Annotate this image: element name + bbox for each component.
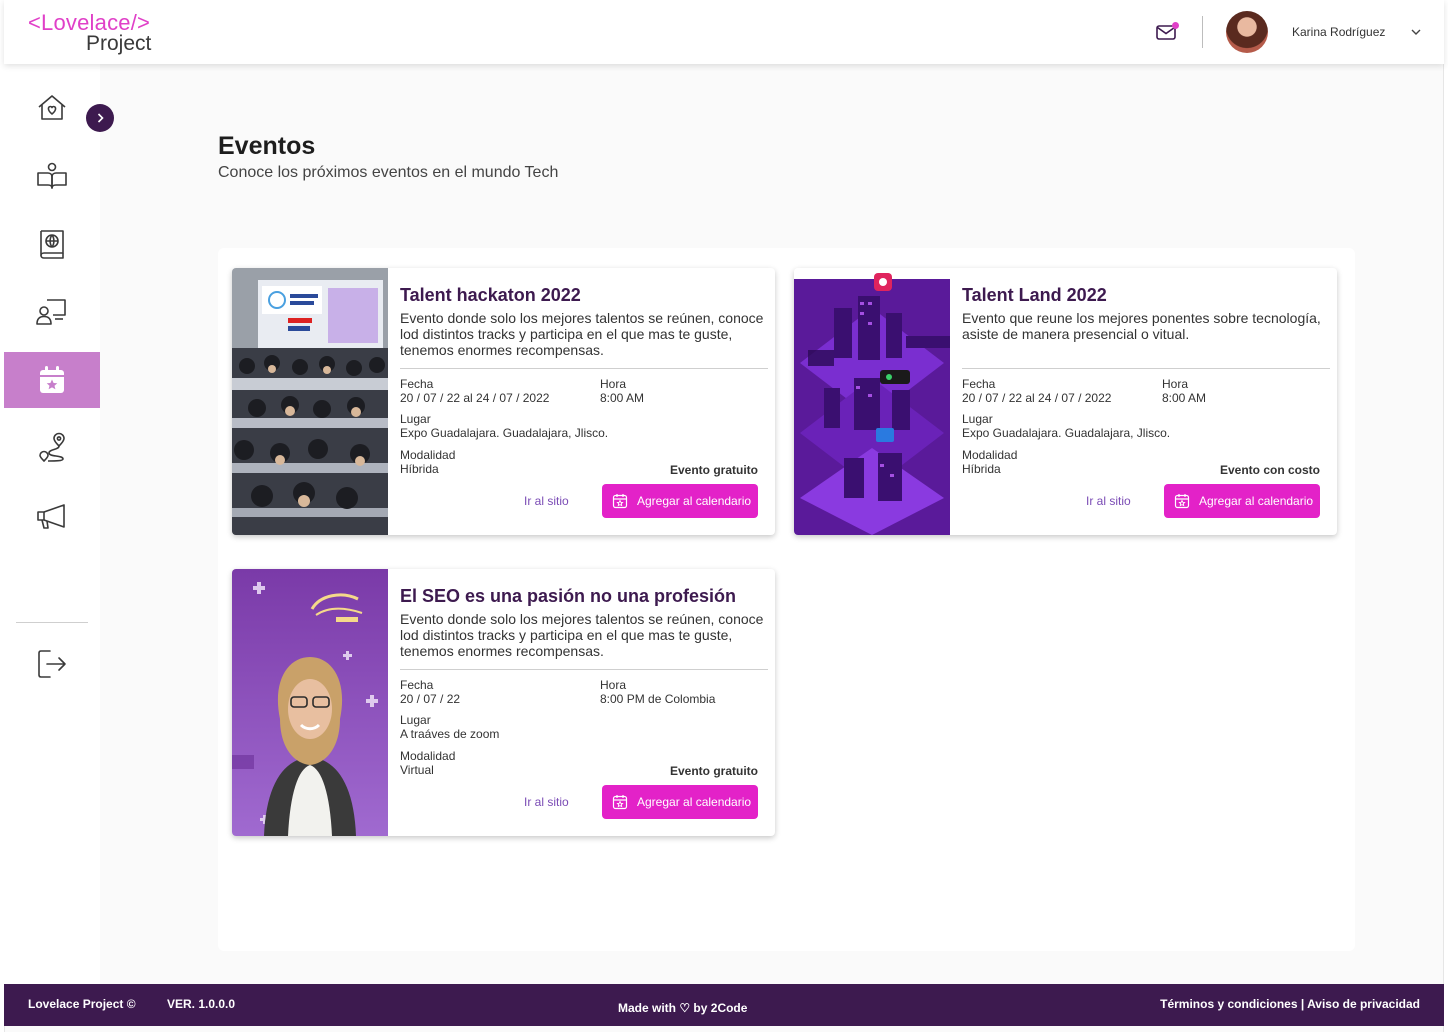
home-heart-icon: [38, 95, 66, 120]
mode-label: Modalidad: [962, 448, 1018, 462]
mentor-board-icon: [36, 299, 66, 325]
logo-text-lovelace: <Lovelace/>: [28, 10, 151, 35]
event-card: El SEO es una pasión no una profesión Ev…: [232, 569, 775, 836]
event-time: 8:00 PM de Colombia: [600, 692, 716, 706]
event-title: El SEO es una pasión no una profesión: [400, 586, 737, 606]
date-label: Fecha: [400, 678, 434, 692]
top-bar: <Lovelace/> Project Karina Rodríguez: [4, 0, 1444, 64]
site-link[interactable]: Ir al sitio: [524, 494, 569, 508]
brand-logo[interactable]: <Lovelace/> Project: [28, 10, 152, 55]
avatar[interactable]: [1226, 11, 1268, 53]
event-description: Evento donde solo los mejores talentos s…: [400, 310, 764, 358]
logo-text-project: Project: [86, 32, 152, 55]
add-to-calendar-button[interactable]: Agregar al calendario: [1164, 484, 1320, 518]
sidebar-expand-button[interactable]: [86, 104, 114, 132]
site-link[interactable]: Ir al sitio: [1086, 494, 1131, 508]
event-title: Talent Land 2022: [962, 285, 1107, 305]
event-place: Expo Guadalajara. Guadalajara, Jlisco.: [962, 426, 1171, 440]
place-label: Lugar: [962, 412, 993, 426]
add-to-calendar-button[interactable]: Agregar al calendario: [602, 785, 758, 819]
calendar-star-icon: [612, 494, 628, 509]
event-mode: Híbrida: [962, 462, 1001, 476]
footer-legal-links[interactable]: Términos y condiciones | Aviso de privac…: [1160, 997, 1420, 1011]
event-place: Expo Guadalajara. Guadalajara, Jlisco.: [400, 426, 609, 440]
event-photo-hackathon[interactable]: [232, 268, 388, 535]
sidebar-item-events[interactable]: [4, 352, 100, 408]
calendar-star-icon: [40, 366, 64, 393]
footer-version: VER. 1.0.0.0: [167, 997, 236, 1011]
calendar-star-icon: [1174, 494, 1190, 509]
sidebar-item-resources[interactable]: [4, 216, 100, 272]
user-name[interactable]: Karina Rodríguez: [1292, 25, 1385, 39]
date-label: Fecha: [962, 377, 996, 391]
footer: Lovelace Project © VER. 1.0.0.0 Made wit…: [4, 984, 1444, 1026]
mode-label: Modalidad: [400, 749, 456, 763]
sidebar-item-mentoring[interactable]: [4, 284, 100, 340]
cost-badge: Evento con costo: [1219, 463, 1320, 477]
sidebar-item-home[interactable]: [4, 80, 100, 136]
event-time: 8:00 AM: [600, 391, 645, 405]
time-label: Hora: [600, 678, 627, 692]
event-mode: Híbrida: [400, 462, 439, 476]
open-book-icon: [37, 162, 67, 189]
megaphone-icon: [37, 504, 65, 529]
event-place: A traáves de zoom: [400, 727, 500, 741]
site-link[interactable]: Ir al sitio: [524, 795, 569, 809]
card-divider: [400, 669, 768, 670]
place-label: Lugar: [400, 713, 431, 727]
notification-dot: [1172, 22, 1179, 29]
add-to-calendar-label: Agregar al calendario: [1199, 494, 1314, 508]
cost-badge: Evento gratuito: [669, 764, 758, 778]
sidebar-divider: [16, 622, 88, 623]
logout-button[interactable]: [4, 636, 100, 692]
event-card: Talent Land 2022 Evento que reune los me…: [794, 268, 1337, 535]
chevron-right-icon: [97, 113, 104, 123]
sidebar-item-courses[interactable]: [4, 148, 100, 204]
route-pin-icon: [39, 432, 65, 462]
chevron-down-icon[interactable]: [1410, 26, 1422, 38]
add-to-calendar-label: Agregar al calendario: [637, 494, 752, 508]
footer-copyright: Lovelace Project ©: [28, 997, 136, 1011]
event-date: 20 / 07 / 22: [400, 692, 461, 706]
event-date: 20 / 07 / 22 al 24 / 07 / 2022: [962, 391, 1112, 405]
footer-made-with: Made with ♡ by 2Code: [618, 1001, 748, 1015]
add-to-calendar-label: Agregar al calendario: [637, 795, 752, 809]
page-subtitle: Conoce los próximos eventos en el mundo …: [218, 164, 559, 181]
cost-badge: Evento gratuito: [669, 463, 758, 477]
header-divider: [1202, 16, 1203, 48]
event-date: 20 / 07 / 22 al 24 / 07 / 2022: [400, 391, 550, 405]
event-card: Talent hackaton 2022 Evento donde solo l…: [232, 268, 775, 535]
sidebar-item-announcements[interactable]: [4, 488, 100, 544]
logout-icon: [38, 650, 66, 678]
date-label: Fecha: [400, 377, 434, 391]
add-to-calendar-button[interactable]: Agregar al calendario: [602, 484, 758, 518]
mode-label: Modalidad: [400, 448, 456, 462]
event-photo-speaker[interactable]: [232, 569, 388, 836]
calendar-star-icon: [612, 795, 628, 810]
event-title: Talent hackaton 2022: [400, 285, 581, 305]
time-label: Hora: [600, 377, 627, 391]
event-description: Evento que reune los mejores ponentes so…: [962, 310, 1321, 342]
event-mode: Virtual: [400, 763, 434, 777]
card-divider: [400, 368, 768, 369]
events-panel: Talent hackaton 2022 Evento donde solo l…: [218, 248, 1355, 951]
time-label: Hora: [1162, 377, 1189, 391]
globe-book-icon: [40, 230, 64, 259]
event-time: 8:00 AM: [1162, 391, 1207, 405]
event-description: Evento donde solo los mejores talentos s…: [400, 611, 764, 659]
page-title: Eventos: [218, 132, 316, 160]
card-divider: [962, 368, 1330, 369]
sidebar-item-route[interactable]: [4, 420, 100, 476]
event-poster-talent-land[interactable]: [794, 268, 950, 535]
place-label: Lugar: [400, 412, 431, 426]
sidebar: [4, 64, 100, 984]
